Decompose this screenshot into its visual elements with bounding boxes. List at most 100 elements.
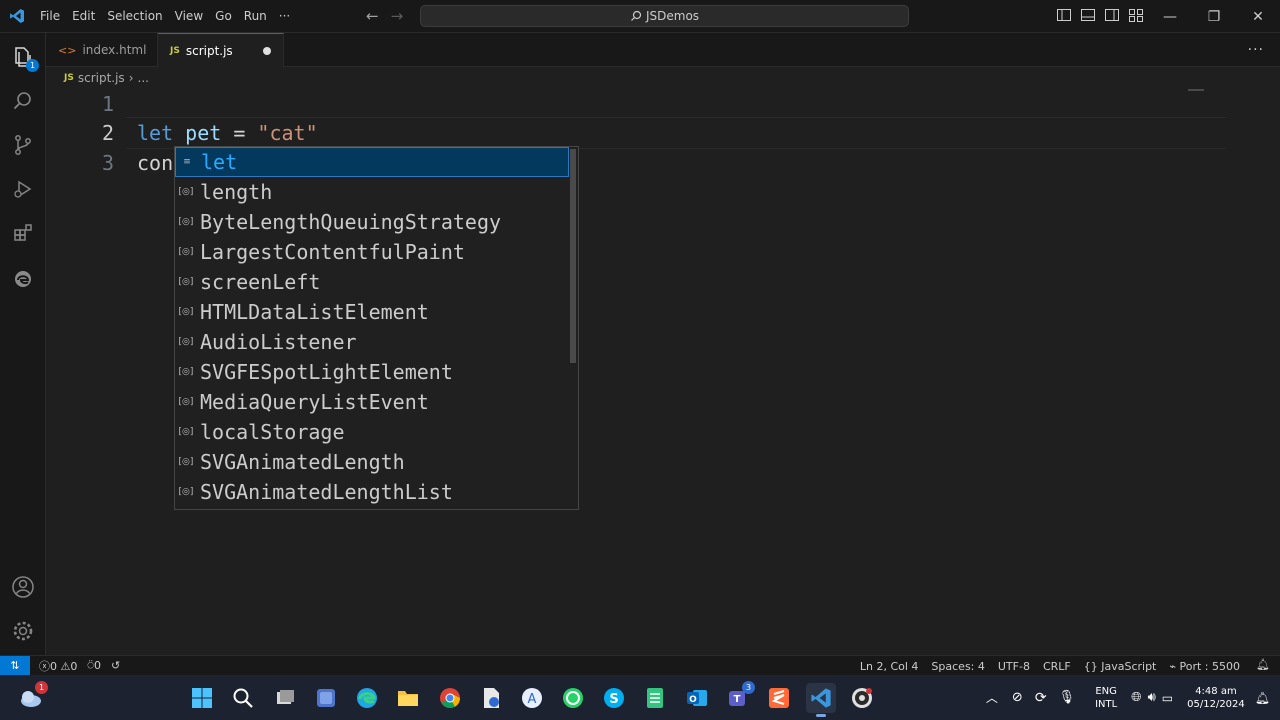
obs-recorder-icon[interactable]: [847, 683, 877, 713]
task-view-icon[interactable]: [270, 683, 300, 713]
minimap[interactable]: [1188, 89, 1204, 91]
suggestion-item[interactable]: [◎] LargestContentfulPaint: [175, 237, 569, 267]
notifications-icon[interactable]: 🔔︎: [1255, 691, 1270, 705]
unsaved-dot-icon[interactable]: [263, 46, 271, 55]
suggestion-item[interactable]: [◎] length: [175, 177, 569, 207]
accounts-icon[interactable]: [0, 565, 46, 609]
keyboard-layout: INTL: [1095, 698, 1118, 710]
command-center-search[interactable]: JSDemos: [420, 5, 909, 27]
breadcrumb-symbols[interactable]: ...: [138, 71, 149, 85]
suggestion-item[interactable]: ≡ let: [175, 147, 569, 177]
problems-indicator[interactable]: ⓧ0 ⚠0: [39, 658, 77, 674]
sync-icon[interactable]: ⟳: [1035, 690, 1047, 706]
source-control-icon[interactable]: [0, 123, 46, 167]
network-off-icon[interactable]: ⊘: [1012, 690, 1023, 705]
clock[interactable]: 4:48 am 05/12/2024: [1187, 685, 1245, 711]
autocomplete-suggestions: ≡ let [◎] length [◎] ByteLengthQueuingStrateg…: [174, 146, 579, 510]
suggestion-item[interactable]: [◎] MediaQueryListEvent: [175, 387, 569, 417]
braces-icon: {}: [1083, 659, 1098, 673]
code-line[interactable]: con: [137, 148, 173, 178]
edge-browser-icon[interactable]: [352, 683, 382, 713]
menu-edit[interactable]: Edit: [66, 0, 101, 33]
run-debug-icon[interactable]: [0, 167, 46, 211]
whatsapp-icon[interactable]: [558, 683, 588, 713]
suggestion-item[interactable]: [◎] localStorage: [175, 417, 569, 447]
weather-icon[interactable]: 1: [16, 681, 48, 713]
vscode-taskbar-icon[interactable]: [806, 683, 836, 717]
teams-icon[interactable]: T 3: [723, 681, 755, 713]
windows-taskbar: 1 A S O T 3 ︿ ⊘ ⟳ 🎙︎ ENG INTL 🌐︎ 🔊︎ ▭ 4:…: [0, 675, 1280, 720]
suggest-scrollbar[interactable]: [568, 147, 578, 509]
suggestion-item[interactable]: [◎] HTMLDataListElement: [175, 297, 569, 327]
back-arrow-icon[interactable]: ←: [366, 8, 379, 24]
notes-app-icon[interactable]: [640, 683, 670, 713]
line-ending[interactable]: CRLF: [1043, 660, 1071, 673]
breadcrumb-file[interactable]: script.js: [78, 71, 125, 85]
toggle-secondary-sidebar-icon[interactable]: [1104, 7, 1120, 23]
skype-icon[interactable]: S: [599, 683, 629, 713]
menu-more[interactable]: ···: [273, 0, 296, 33]
menu-run[interactable]: Run: [238, 0, 273, 33]
language-mode[interactable]: {} JavaScript: [1084, 660, 1157, 673]
sublime-text-icon[interactable]: [764, 683, 794, 713]
remote-indicator-icon[interactable]: ⇅: [0, 655, 30, 676]
variable-icon: [◎]: [178, 247, 194, 257]
suggestion-item[interactable]: [◎] SVGAnimatedLength: [175, 447, 569, 477]
chrome-icon[interactable]: [435, 683, 465, 713]
tab-index-html[interactable]: <> index.html: [46, 33, 158, 67]
toggle-primary-sidebar-icon[interactable]: [1056, 7, 1072, 23]
live-server-port[interactable]: ⌁ Port : 5500: [1169, 660, 1240, 673]
restore-icon[interactable]: ❐: [1192, 0, 1236, 33]
tab-script-js[interactable]: JS script.js: [158, 33, 284, 67]
widgets-icon[interactable]: [311, 683, 341, 713]
edge-devtools-icon[interactable]: [0, 257, 46, 301]
suggestion-label: let: [201, 150, 238, 174]
menu-file[interactable]: File: [34, 0, 66, 33]
app-store-icon[interactable]: A: [517, 683, 547, 713]
code-line[interactable]: let pet = "cat": [137, 118, 318, 148]
outlook-icon[interactable]: O: [682, 683, 712, 713]
battery-icon[interactable]: ▭: [1162, 691, 1173, 705]
document-app-icon[interactable]: [476, 683, 506, 713]
suggestion-item[interactable]: [◎] AudioListener: [175, 327, 569, 357]
menu-go[interactable]: Go: [209, 0, 238, 33]
tab-actions-more-icon[interactable]: ···: [1248, 42, 1264, 58]
suggest-scroll-thumb[interactable]: [570, 149, 576, 363]
input-language[interactable]: ENG INTL: [1095, 685, 1117, 711]
indentation[interactable]: Spaces: 4: [931, 660, 984, 673]
extensions-icon[interactable]: [0, 211, 46, 255]
teams-badge: 3: [742, 681, 755, 694]
toggle-panel-icon[interactable]: [1080, 7, 1096, 23]
forward-arrow-icon[interactable]: →: [391, 8, 404, 24]
taskbar-search-icon[interactable]: [228, 683, 258, 713]
customize-layout-icon[interactable]: [1128, 7, 1144, 23]
suggestion-label: AudioListener: [200, 330, 357, 354]
file-explorer-icon[interactable]: [393, 683, 423, 713]
menu-view[interactable]: View: [169, 0, 209, 33]
microphone-icon[interactable]: 🎙︎: [1059, 690, 1076, 705]
close-icon[interactable]: ✕: [1236, 0, 1280, 33]
suggestion-label: localStorage: [200, 420, 345, 444]
vscode-logo-icon[interactable]: [0, 0, 34, 33]
start-button-icon[interactable]: [187, 683, 217, 713]
volume-icon[interactable]: 🔊︎: [1148, 690, 1156, 705]
show-hidden-icons-icon[interactable]: ︿: [986, 689, 998, 706]
settings-gear-icon[interactable]: [0, 609, 46, 653]
suggestion-item[interactable]: [◎] SVGFESpotLightElement: [175, 357, 569, 387]
explorer-icon[interactable]: 1: [0, 35, 46, 79]
suggestion-item[interactable]: [◎] screenLeft: [175, 267, 569, 297]
minimize-icon[interactable]: —: [1148, 0, 1192, 33]
cursor-position[interactable]: Ln 2, Col 4: [860, 660, 919, 673]
system-tray: ︿ ⊘ ⟳ 🎙︎ ENG INTL 🌐︎ 🔊︎ ▭ 4:48 am 05/12/…: [986, 675, 1280, 720]
encoding[interactable]: UTF-8: [998, 660, 1030, 673]
history-icon[interactable]: ↺: [111, 659, 120, 672]
search-view-icon[interactable]: [0, 79, 46, 123]
globe-network-icon[interactable]: 🌐︎: [1131, 690, 1141, 705]
suggestion-item[interactable]: [◎] SVGAnimatedLengthList: [175, 477, 569, 507]
suggestion-item[interactable]: [◎] ByteLengthQueuingStrategy: [175, 207, 569, 237]
menu-selection[interactable]: Selection: [101, 0, 168, 33]
ports-indicator[interactable]: ⍥0: [87, 659, 101, 673]
search-icon: [631, 10, 642, 21]
notification-bell-icon[interactable]: 🔔︎: [1256, 658, 1270, 671]
